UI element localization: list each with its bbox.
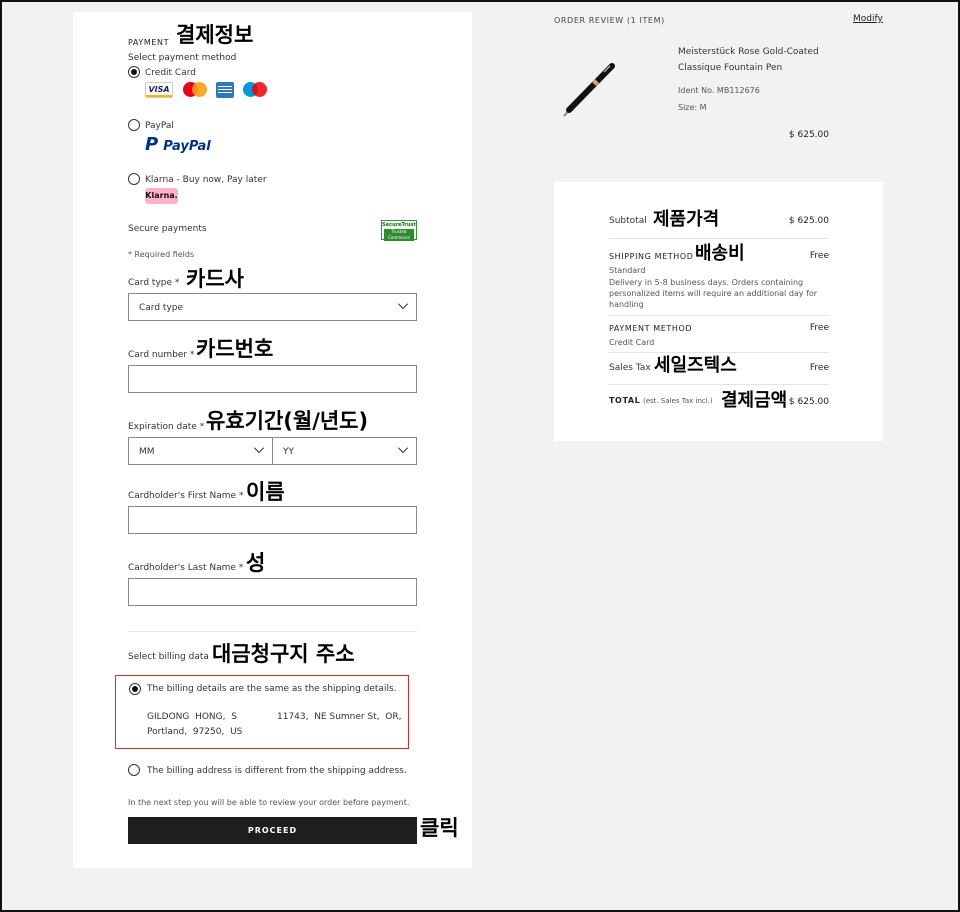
klarna-logo: Klarna.	[145, 188, 178, 204]
paypal-icon: P	[145, 134, 159, 155]
annotation-subtotal: 제품가격	[653, 209, 720, 230]
payment-panel: PAYMENT Select payment method Credit Car…	[73, 12, 472, 868]
expiration-month-select[interactable]: MM	[128, 437, 273, 465]
card-type-value: Card type	[139, 303, 184, 313]
shipping-method-value: Free	[809, 251, 829, 261]
required-fields-note: * Required fields	[128, 250, 195, 259]
shipping-method-label: SHIPPING METHOD	[609, 252, 694, 261]
annotation-card-number: 카드번호	[196, 337, 274, 361]
chevron-down-icon	[397, 442, 409, 454]
chevron-down-icon	[253, 442, 265, 454]
shipping-desc-1: Delivery in 5-8 business days. Orders co…	[609, 278, 804, 287]
paypal-radio[interactable]	[128, 119, 140, 131]
product-image	[558, 60, 618, 120]
sales-tax-value: Free	[809, 363, 829, 373]
proceed-button[interactable]: PROCEED	[128, 817, 417, 844]
annotation-shipping: 배송비	[695, 243, 745, 264]
billing-different-radio[interactable]	[128, 764, 140, 776]
amex-icon	[216, 82, 234, 98]
paypal-logo: P PayPal	[145, 134, 211, 155]
product-name-line1: Meisterstück Rose Gold-Coated	[678, 47, 819, 57]
billing-same-label[interactable]: The billing details are the same as the …	[147, 684, 397, 694]
visa-icon: VISA	[145, 82, 173, 98]
divider	[609, 238, 829, 239]
card-number-label: Card number *	[128, 350, 195, 360]
card-type-label: Card type *	[128, 278, 180, 288]
billing-same-radio[interactable]	[129, 683, 141, 695]
subtotal-value: $ 625.00	[788, 216, 829, 226]
expiration-month-value: MM	[139, 447, 155, 457]
credit-card-label[interactable]: Credit Card	[145, 68, 196, 78]
modify-link[interactable]: Modify	[853, 14, 883, 24]
credit-card-radio[interactable]	[128, 66, 140, 78]
first-name-input[interactable]	[128, 506, 417, 534]
expiration-year-select[interactable]: YY	[272, 437, 417, 465]
sales-tax-label: Sales Tax	[609, 363, 651, 373]
divider	[609, 315, 829, 316]
annotation-expiration: 유효기간(월/년도)	[206, 409, 369, 433]
billing-address-line1: GILDONG HONG, S 11743, NE Sumner St, OR,	[147, 712, 402, 722]
expiration-year-value: YY	[283, 447, 294, 457]
annotation-first-name: 이름	[246, 480, 285, 504]
billing-different-label[interactable]: The billing address is different from th…	[147, 766, 407, 776]
card-number-input[interactable]	[128, 365, 417, 393]
payment-method-type: Credit Card	[609, 338, 655, 347]
shipping-desc-2: personalized items will require an addit…	[609, 289, 818, 298]
mastercard-icon	[183, 82, 209, 98]
annotation-billing: 대금청구지 주소	[212, 642, 355, 666]
expiration-label: Expiration date *	[128, 422, 205, 432]
securetrust-badge: SecureTrust Trusted Commerce	[381, 220, 417, 241]
subtotal-label: Subtotal	[609, 216, 647, 226]
billing-address-line2: Portland, 97250, US	[147, 727, 243, 737]
first-name-label: Cardholder's First Name *	[128, 491, 244, 501]
card-type-select[interactable]: Card type	[128, 293, 417, 321]
annotation-last-name: 성	[246, 551, 266, 575]
maestro-icon	[243, 82, 269, 98]
product-price: $ 625.00	[788, 130, 829, 140]
shipping-type: Standard	[609, 266, 646, 275]
select-payment-label: Select payment method	[128, 53, 237, 63]
paypal-label[interactable]: PayPal	[145, 121, 174, 131]
secure-payments-label: Secure payments	[128, 224, 207, 234]
divider	[609, 384, 829, 385]
fountain-pen-icon	[563, 63, 615, 117]
product-size: Size: M	[678, 103, 707, 112]
review-note: In the next step you will be able to rev…	[128, 798, 410, 807]
annotation-click: 클릭	[420, 816, 459, 840]
billing-label: Select billing data	[128, 652, 209, 662]
klarna-label[interactable]: Klarna - Buy now, Pay later	[145, 175, 267, 185]
product-name-line2: Classique Fountain Pen	[678, 63, 783, 73]
annotation-payment: 결제정보	[176, 23, 254, 47]
product-ident: Ident No. MB112676	[678, 86, 760, 95]
annotation-card-type: 카드사	[186, 267, 244, 291]
payment-heading: PAYMENT	[128, 38, 170, 47]
shipping-desc-3: handling	[609, 300, 644, 309]
divider	[128, 631, 417, 632]
klarna-radio[interactable]	[128, 173, 140, 185]
divider	[609, 352, 829, 353]
order-review-title: ORDER REVIEW (1 ITEM)	[554, 16, 665, 25]
chevron-down-icon	[397, 298, 409, 310]
total-note: (est. Sales Tax incl.)	[643, 397, 713, 405]
annotation-sales-tax: 세일즈텍스	[654, 355, 737, 376]
annotation-total: 결제금액	[721, 390, 788, 411]
payment-method-value: Free	[809, 323, 829, 333]
total-label: TOTAL	[609, 396, 641, 405]
last-name-input[interactable]	[128, 578, 417, 606]
card-brand-logos: VISA	[145, 80, 275, 100]
last-name-label: Cardholder's Last Name *	[128, 563, 244, 573]
payment-method-label: PAYMENT METHOD	[609, 324, 693, 333]
